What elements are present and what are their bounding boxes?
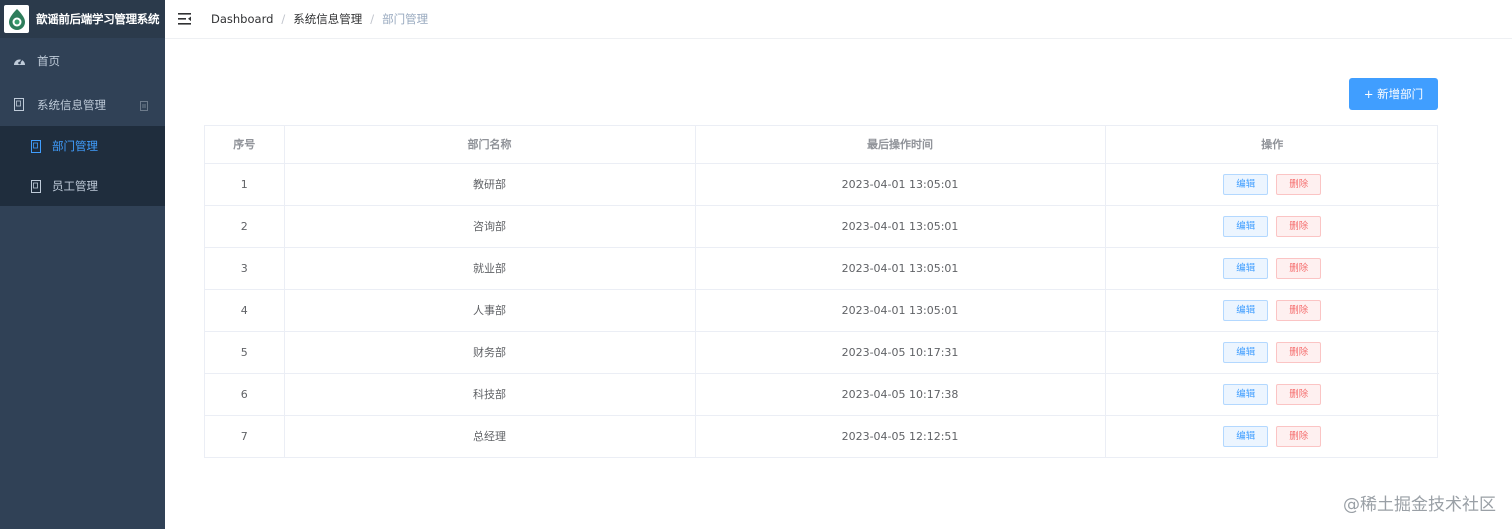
breadcrumb-separator: / (281, 12, 286, 26)
header-actions: 操作 (1105, 126, 1439, 164)
edit-button[interactable]: 编辑 (1223, 173, 1269, 195)
sidebar-item-department[interactable]: 部门管理 (0, 126, 165, 166)
cell-name: 总经理 (284, 415, 696, 457)
edit-button[interactable]: 编辑 (1223, 341, 1269, 363)
edit-button[interactable]: 编辑 (1223, 299, 1269, 321)
watermark: @稀土掘金技术社区 (1343, 495, 1496, 515)
app-title: 歆谣前后端学习管理系统 (36, 12, 160, 26)
cell-time: 2023-04-05 10:17:38 (695, 373, 1106, 416)
sidebar: 歆谣前后端学习管理系统 首页 系统信息管理 部门管理 员工管理 (0, 0, 165, 529)
cell-index: 3 (205, 247, 285, 290)
delete-button[interactable]: 删除 (1276, 257, 1322, 279)
header-time: 最后操作时间 (695, 126, 1106, 164)
navbar: Dashboard / 系统信息管理 / 部门管理 (165, 0, 1512, 39)
cell-time: 2023-04-05 10:17:31 (695, 331, 1106, 374)
cell-actions: 编辑 删除 (1105, 373, 1439, 416)
sidebar-item-system-info[interactable]: 系统信息管理 (0, 83, 165, 126)
breadcrumb-department: 部门管理 (382, 12, 429, 26)
cell-name: 咨询部 (284, 205, 696, 248)
breadcrumb-separator: / (370, 12, 375, 26)
delete-button[interactable]: 删除 (1276, 173, 1322, 195)
table-row: 5 财务部 2023-04-05 10:17:31 编辑 删除 (205, 331, 1439, 374)
cell-time: 2023-04-01 13:05:01 (695, 247, 1106, 290)
delete-button[interactable]: 删除 (1276, 341, 1322, 363)
cell-name: 就业部 (284, 247, 696, 290)
delete-button[interactable]: 删除 (1276, 383, 1322, 405)
cell-actions: 编辑 删除 (1105, 247, 1439, 290)
cell-time: 2023-04-01 13:05:01 (695, 289, 1106, 332)
sidebar-item-employee[interactable]: 员工管理 (0, 166, 165, 206)
chevron-icon (140, 100, 148, 114)
breadcrumb-dashboard[interactable]: Dashboard (211, 12, 273, 26)
table-row: 4 人事部 2023-04-01 13:05:01 编辑 删除 (205, 289, 1439, 332)
table-row: 1 教研部 2023-04-01 13:05:01 编辑 删除 (205, 163, 1439, 206)
hamburger-icon[interactable] (178, 12, 192, 26)
sidebar-item-home[interactable]: 首页 (0, 38, 165, 83)
edit-button[interactable]: 编辑 (1223, 257, 1269, 279)
department-table: 序号 部门名称 最后操作时间 操作 1 教研部 2023-04-01 13:05… (204, 125, 1439, 458)
sidebar-item-label: 部门管理 (52, 139, 98, 153)
sidebar-logo[interactable]: 歆谣前后端学习管理系统 (0, 0, 165, 38)
cell-actions: 编辑 删除 (1105, 163, 1439, 206)
breadcrumb: Dashboard / 系统信息管理 / 部门管理 (211, 11, 428, 27)
delete-button[interactable]: 删除 (1276, 215, 1322, 237)
sidebar-item-label: 系统信息管理 (37, 97, 106, 112)
cell-actions: 编辑 删除 (1105, 415, 1439, 457)
cell-time: 2023-04-05 12:12:51 (695, 415, 1106, 457)
cell-actions: 编辑 删除 (1105, 331, 1439, 374)
document-icon (12, 98, 26, 112)
document-icon (29, 179, 43, 193)
table-row: 6 科技部 2023-04-05 10:17:38 编辑 删除 (205, 373, 1439, 416)
edit-button[interactable]: 编辑 (1223, 383, 1269, 405)
cell-time: 2023-04-01 13:05:01 (695, 205, 1106, 248)
cell-actions: 编辑 删除 (1105, 205, 1439, 248)
delete-button[interactable]: 删除 (1276, 299, 1322, 321)
document-icon (29, 139, 43, 153)
table-row: 7 总经理 2023-04-05 12:12:51 编辑 删除 (205, 415, 1439, 457)
header-index: 序号 (205, 126, 285, 164)
submenu-system-info: 部门管理 员工管理 (0, 126, 165, 206)
cell-actions: 编辑 删除 (1105, 289, 1439, 332)
cell-index: 7 (205, 415, 285, 457)
sidebar-item-label: 首页 (37, 53, 60, 68)
logo-icon (4, 5, 29, 33)
table-header-row: 序号 部门名称 最后操作时间 操作 (205, 126, 1439, 164)
cell-name: 科技部 (284, 373, 696, 416)
delete-button[interactable]: 删除 (1276, 425, 1322, 447)
table-row: 3 就业部 2023-04-01 13:05:01 编辑 删除 (205, 247, 1439, 290)
cell-time: 2023-04-01 13:05:01 (695, 163, 1106, 206)
cell-name: 教研部 (284, 163, 696, 206)
table-row: 2 咨询部 2023-04-01 13:05:01 编辑 删除 (205, 205, 1439, 248)
cell-name: 人事部 (284, 289, 696, 332)
cell-index: 5 (205, 331, 285, 374)
cell-index: 4 (205, 289, 285, 332)
edit-button[interactable]: 编辑 (1223, 215, 1269, 237)
cell-index: 6 (205, 373, 285, 416)
sidebar-item-label: 员工管理 (52, 179, 98, 193)
cell-name: 财务部 (284, 331, 696, 374)
edit-button[interactable]: 编辑 (1223, 425, 1269, 447)
header-name: 部门名称 (284, 126, 696, 164)
add-department-button[interactable]: + 新增部门 (1349, 78, 1438, 110)
cell-index: 2 (205, 205, 285, 248)
cell-index: 1 (205, 163, 285, 206)
dashboard-icon (12, 54, 26, 68)
breadcrumb-system-info: 系统信息管理 (293, 12, 363, 26)
